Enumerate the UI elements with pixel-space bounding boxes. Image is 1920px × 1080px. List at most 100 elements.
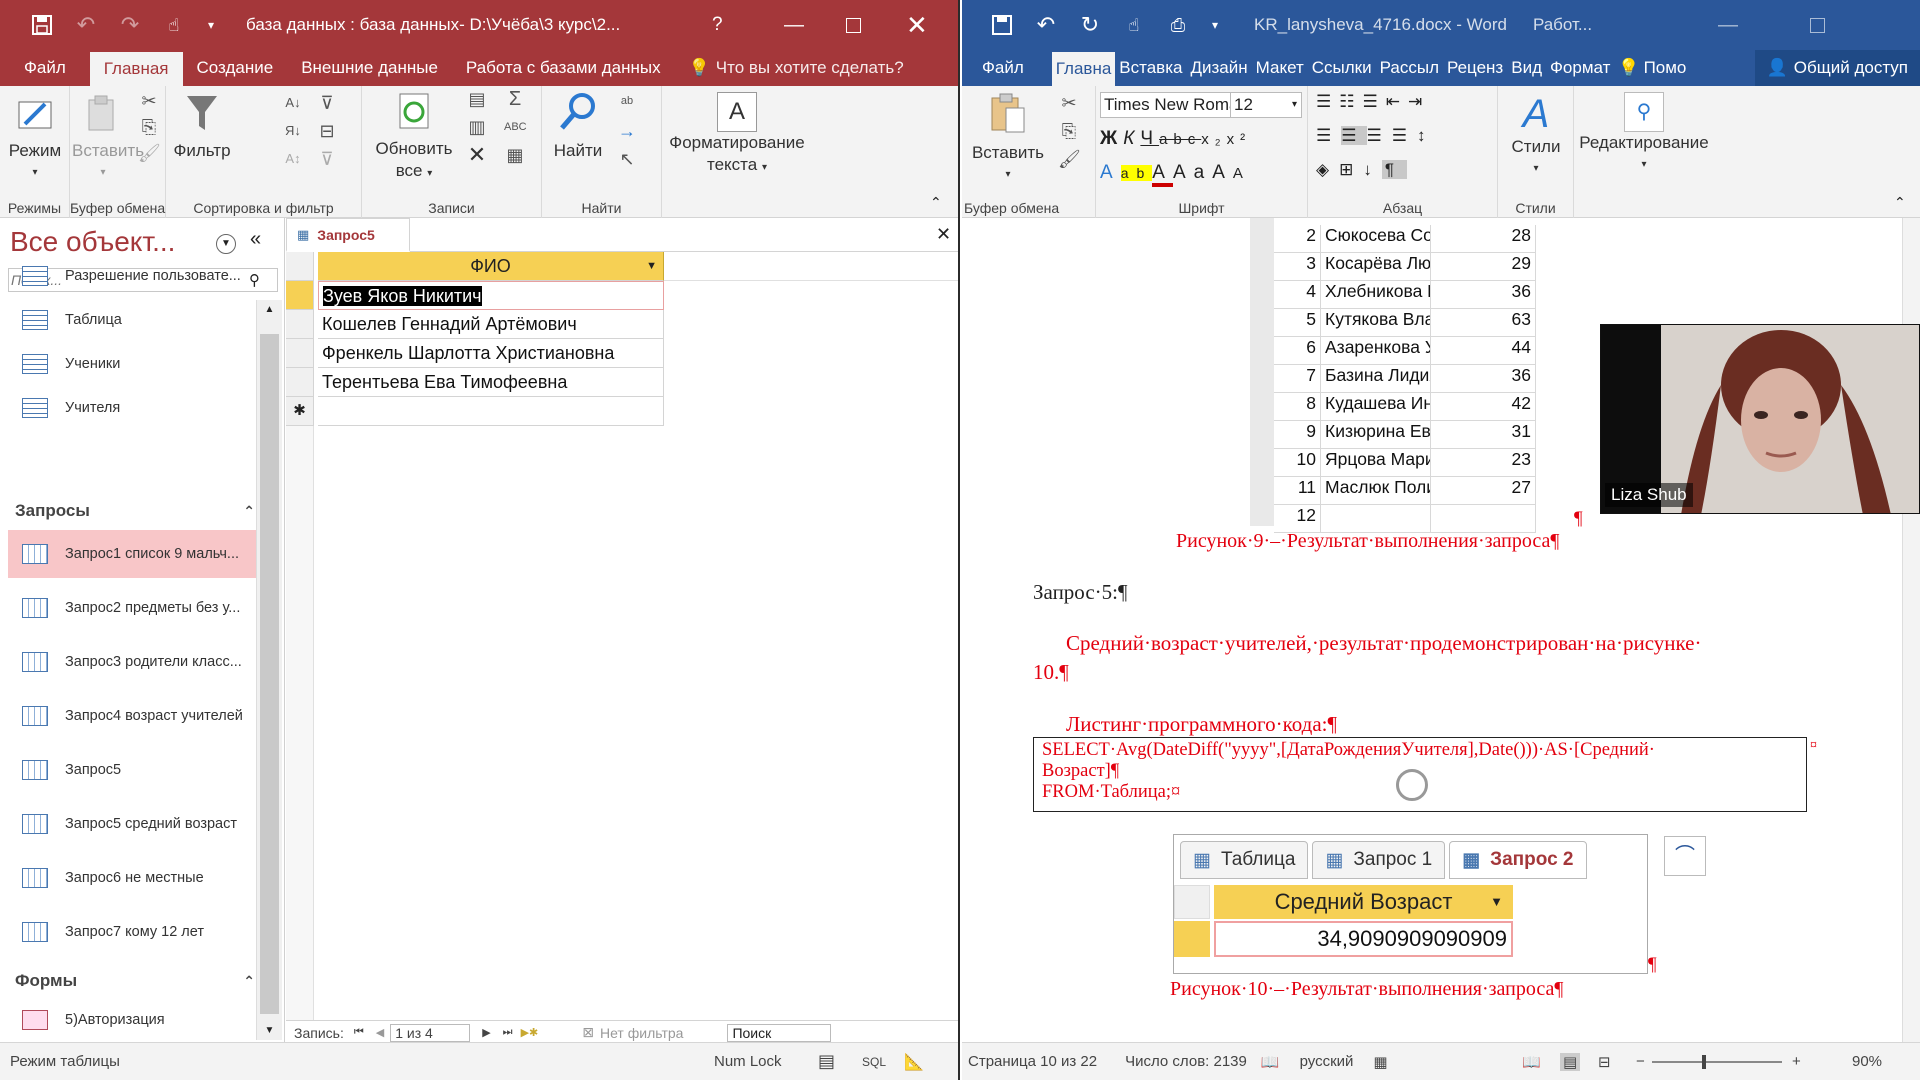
tab-file[interactable]: Файл bbox=[962, 50, 1052, 86]
editing-button[interactable]: ⚲ Редактирование ▾ bbox=[1574, 92, 1714, 176]
align-center-icon[interactable]: ☰ bbox=[1341, 126, 1367, 145]
minimize-button[interactable]: — bbox=[784, 14, 804, 37]
table-cell[interactable] bbox=[318, 397, 664, 426]
paste-button[interactable]: Вставить ▾ bbox=[966, 92, 1050, 186]
align-right-icon[interactable]: ☰ bbox=[1367, 126, 1392, 145]
tab-home[interactable]: Главна bbox=[1051, 52, 1116, 86]
justify-icon[interactable]: ☰ bbox=[1392, 126, 1417, 145]
selection-filter-icon[interactable]: ⊽ bbox=[316, 92, 338, 114]
sort-ascending-icon[interactable]: A↓ bbox=[282, 92, 304, 114]
repeat-icon[interactable]: ↻ bbox=[1068, 0, 1112, 50]
font-color-icon[interactable]: A bbox=[1152, 162, 1173, 187]
zoom-level[interactable]: 90% bbox=[1852, 1053, 1882, 1070]
font-size-box[interactable]: 12 ▾ bbox=[1230, 92, 1302, 118]
sort-descending-icon[interactable]: Я↓ bbox=[282, 120, 304, 142]
maximize-button[interactable] bbox=[1810, 17, 1825, 33]
strikethrough-icon[interactable]: abc bbox=[1159, 131, 1201, 148]
tab-external-data[interactable]: Внешние данные bbox=[287, 50, 452, 86]
forms-section-header[interactable]: Формы ⌃ bbox=[15, 966, 255, 996]
view-button[interactable]: Режим ▾ bbox=[6, 94, 64, 184]
queries-section-header[interactable]: Запросы ⌃ bbox=[15, 496, 255, 526]
nav-item-table[interactable]: Ученики bbox=[8, 340, 256, 388]
zoom-slider[interactable] bbox=[1652, 1055, 1782, 1069]
minimize-button[interactable]: — bbox=[1718, 14, 1738, 37]
tell-me-box[interactable]: 💡 Помо bbox=[1614, 50, 1690, 86]
shrink-font-icon[interactable]: A bbox=[1233, 165, 1251, 182]
customize-qat-icon[interactable]: ▾ bbox=[196, 0, 226, 50]
new-record-icon[interactable]: ▤ bbox=[466, 88, 488, 110]
find-button[interactable]: Найти bbox=[546, 92, 610, 162]
read-mode-icon[interactable]: 📖 bbox=[1522, 1053, 1541, 1071]
column-header-fio[interactable]: ФИО ▼ bbox=[318, 252, 664, 281]
undo-icon[interactable]: ↶ bbox=[64, 0, 108, 50]
format-painter-icon[interactable]: 🖌 bbox=[138, 142, 161, 164]
text-effects-icon[interactable]: A bbox=[1100, 162, 1121, 183]
select-icon[interactable]: ↖ bbox=[616, 148, 638, 170]
tab-mailings[interactable]: Рассыл bbox=[1376, 50, 1443, 86]
save-record-icon[interactable]: ▥ bbox=[466, 116, 488, 138]
refresh-all-button[interactable]: Обновить все ▾ bbox=[366, 92, 462, 185]
toggle-filter-icon[interactable]: ⊽ bbox=[316, 148, 338, 170]
nav-item-query[interactable]: Запрос3 родители класс... bbox=[8, 638, 256, 686]
touch-mode-icon[interactable]: ☝ bbox=[1112, 0, 1156, 50]
last-record-icon[interactable]: ⏭ bbox=[503, 1026, 513, 1039]
align-left-icon[interactable]: ☰ bbox=[1316, 126, 1341, 145]
scroll-down-icon[interactable]: ▼ bbox=[257, 1025, 282, 1036]
proofing-icon[interactable]: 📖 bbox=[1261, 1053, 1280, 1071]
tab-references[interactable]: Ссылки bbox=[1308, 50, 1376, 86]
nav-item-query[interactable]: Запрос4 возраст учителей bbox=[8, 692, 256, 740]
design-view-icon[interactable]: 📐 bbox=[904, 1052, 924, 1072]
table-cell[interactable]: Френкель Шарлотта Христиановна bbox=[318, 339, 664, 368]
new-record-nav-icon[interactable]: ▶✱ bbox=[521, 1026, 539, 1039]
nav-item-query[interactable]: Запрос7 кому 12 лет bbox=[8, 908, 256, 956]
nav-item-query[interactable]: Запрос6 не местные bbox=[8, 854, 256, 902]
close-document-icon[interactable]: ✕ bbox=[936, 224, 951, 245]
new-record-row[interactable]: ✱ bbox=[286, 397, 664, 426]
nav-item-query[interactable]: Запрос5 bbox=[8, 746, 256, 794]
change-case-icon[interactable]: Aa bbox=[1173, 162, 1212, 183]
nav-dropdown-icon[interactable]: ▼ bbox=[216, 234, 236, 254]
record-search-box[interactable]: Поиск bbox=[727, 1023, 832, 1042]
table-row[interactable]: Кошелев Геннадий Артёмович bbox=[286, 310, 664, 339]
nav-item-form[interactable]: 5)Авторизация bbox=[8, 996, 256, 1044]
goto-icon[interactable]: → bbox=[616, 120, 638, 142]
web-layout-icon[interactable]: ⊟ bbox=[1598, 1053, 1611, 1071]
zoom-slider-thumb[interactable] bbox=[1702, 1055, 1706, 1069]
select-all-corner[interactable] bbox=[286, 252, 314, 281]
column-dropdown-icon[interactable]: ▼ bbox=[646, 252, 657, 281]
tab-file[interactable]: Файл bbox=[0, 50, 90, 86]
record-selector[interactable] bbox=[286, 339, 314, 368]
language-indicator[interactable]: русский bbox=[1300, 1053, 1354, 1070]
undo-icon[interactable]: ↶ bbox=[1024, 0, 1068, 50]
text-formatting-button[interactable]: A Форматирование текста ▾ bbox=[662, 92, 812, 179]
nav-item-query[interactable]: Запрос5 средний возраст bbox=[8, 800, 256, 848]
copy-icon[interactable]: ⎘ bbox=[138, 116, 160, 138]
document-tab-query5[interactable]: ▦ Запрос5 bbox=[286, 218, 410, 252]
page-count[interactable]: Страница 10 из 22 bbox=[968, 1053, 1097, 1070]
record-selector[interactable] bbox=[286, 310, 314, 339]
tab-layout[interactable]: Макет bbox=[1252, 50, 1308, 86]
nav-scrollbar[interactable]: ▲ ▼ bbox=[256, 300, 282, 1040]
zoom-in-icon[interactable]: + bbox=[1792, 1053, 1801, 1070]
nav-item-query[interactable]: Запрос2 предметы без у... bbox=[8, 584, 256, 632]
record-selector[interactable] bbox=[286, 368, 314, 397]
tab-create[interactable]: Создание bbox=[183, 50, 288, 86]
tell-me-box[interactable]: 💡 Что вы хотите сделать? bbox=[675, 50, 918, 86]
subscript-icon[interactable]: x₂ bbox=[1201, 131, 1226, 148]
scroll-up-icon[interactable]: ▲ bbox=[257, 300, 282, 315]
record-selector[interactable] bbox=[286, 281, 314, 310]
shading-icon[interactable]: ◈ bbox=[1316, 160, 1339, 179]
prev-record-icon[interactable]: ◀ bbox=[376, 1026, 384, 1039]
decrease-indent-icon[interactable]: ⇤ bbox=[1386, 92, 1408, 111]
multilevel-list-icon[interactable]: ☰ bbox=[1363, 92, 1386, 111]
more-records-icon[interactable]: ▦ bbox=[504, 144, 526, 166]
italic-icon[interactable]: К bbox=[1123, 128, 1140, 149]
close-button[interactable]: ✕ bbox=[906, 12, 928, 38]
print-preview-icon[interactable]: ⎙ bbox=[1156, 0, 1200, 50]
remove-sort-icon[interactable]: A↕ bbox=[282, 148, 304, 170]
tab-view[interactable]: Вид bbox=[1507, 50, 1546, 86]
collapse-ribbon-icon[interactable]: ⌃ bbox=[1894, 194, 1906, 211]
save-icon[interactable] bbox=[980, 0, 1024, 50]
nav-item-table[interactable]: Таблица bbox=[8, 296, 256, 344]
nav-item-table[interactable]: Разрешение пользовате... bbox=[8, 252, 256, 300]
